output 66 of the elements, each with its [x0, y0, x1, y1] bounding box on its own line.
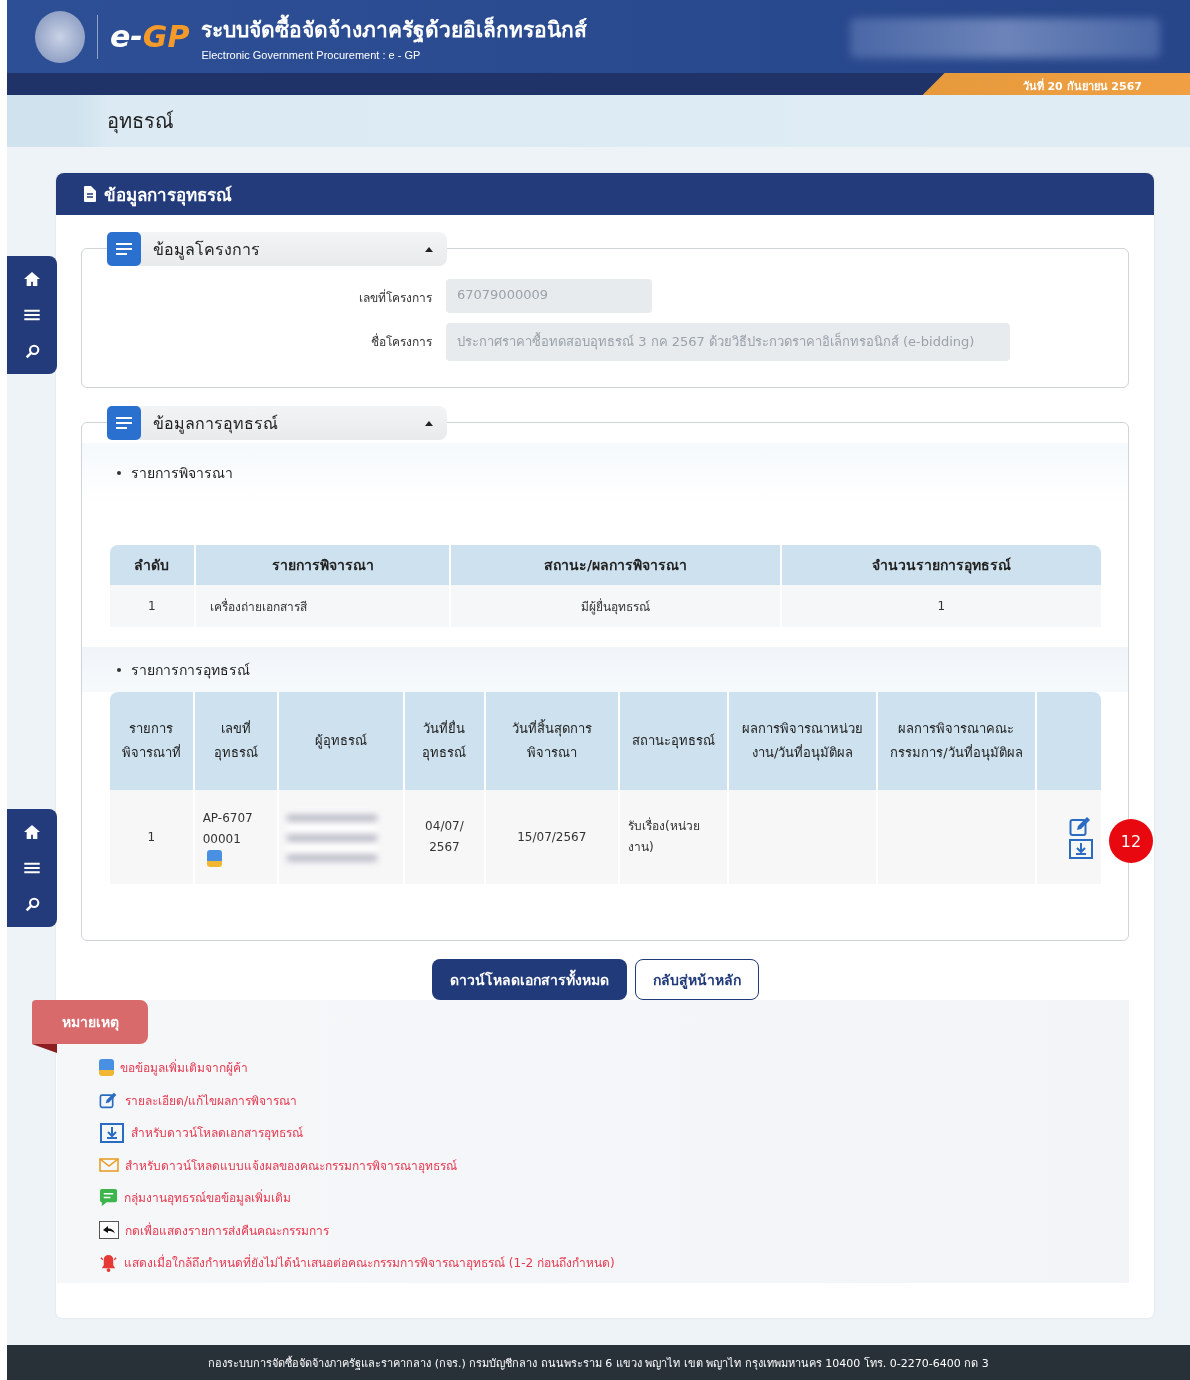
home-icon[interactable]: [23, 824, 41, 841]
table-cell-text: 04/07/2567: [424, 818, 465, 856]
caret-icon: [425, 246, 433, 252]
list-icon: [107, 406, 141, 440]
table-cell: 15/07/2567: [485, 790, 618, 884]
edit-icon: [99, 1091, 119, 1110]
home-icon[interactable]: [23, 271, 41, 288]
table-cell: 1: [110, 585, 194, 627]
site-subtitle: Electronic Government Procurement : e - GP: [201, 48, 422, 61]
edit-icon[interactable]: [1069, 815, 1093, 837]
column-header: วันที่สิ้นสุดการพิจารณา: [485, 692, 618, 790]
legend-text: สำหรับดาวน์โหลดแบบแจ้งผลของคณะกรรมการพิจารณาอุทธรณ์: [125, 1157, 457, 1175]
legend-text: ขอข้อมูลเพิ่มเติมจากผู้ค้า: [120, 1058, 248, 1078]
column-header: สถานะ/ผลการพิจารณา: [451, 545, 780, 585]
caret-icon: [425, 420, 433, 426]
legend-text: กลุ่มงานอุทธรณ์ขอข้อมูลเพิ่มเติม: [124, 1188, 291, 1208]
notification-badge: 12: [1109, 819, 1153, 863]
menu-icon[interactable]: [24, 862, 40, 875]
download-icon[interactable]: [1069, 839, 1093, 859]
ribbon-fold: [32, 1044, 57, 1053]
column-header: รายการพิจารณา: [195, 545, 450, 585]
column-header: เลขที่อุทธรณ์: [194, 692, 278, 790]
card-title: ข้อมูลการอุทธรณ์: [104, 183, 232, 208]
field-label: เลขที่โครงการ: [358, 288, 432, 307]
legend-text: รายละเอียด/แก้ไขผลการพิจารณา: [125, 1092, 298, 1110]
bullet-icon: [117, 471, 121, 475]
menu-icon[interactable]: [24, 309, 40, 322]
table-cell-text: AP-670700001: [202, 809, 254, 848]
legend-ribbon: หมายเหตุ: [32, 1000, 148, 1044]
column-header: สถานะอุทธรณ์: [619, 692, 728, 790]
search-icon[interactable]: [24, 896, 40, 912]
legend-text: สำหรับดาวน์โหลดเอกสารอุทธรณ์: [131, 1125, 303, 1143]
emblem-icon: [35, 10, 85, 63]
legend-text: กดเพื่อแสดงรายการส่งคืนคณะกรรมการ: [125, 1221, 329, 1240]
column-header: ลำดับ: [110, 545, 194, 585]
table-cell: เครื่องถ่ายเอกสารสี: [195, 585, 450, 627]
chat-icon: [99, 1188, 118, 1208]
field-label: ชื่อโครงการ: [370, 332, 432, 351]
download-all-button[interactable]: ดาวน์โหลดเอกสารทั้งหมด: [431, 959, 627, 1000]
footer-text: กองระบบการจัดซื้อจัดจ้างภาครัฐและราคากลาง (กจร.) กรมบัญชีกลาง ถนนพระราม 6 แขวง พญาไท เขต พญาไท กรุงเทพมหานคร 10400 โทร. 0-2270-6400 กด 3: [208, 1355, 989, 1372]
date-label: วันที่ 20 กันยายน 2567: [922, 73, 1190, 95]
table-cell: มีผู้ยื่นอุทธรณ์: [451, 585, 780, 627]
back-home-button[interactable]: กลับสู่หน้าหลัก: [634, 959, 759, 1000]
mail-icon: [99, 1158, 119, 1173]
site-title: ระบบจัดซื้อจัดจ้างภาครัฐด้วยอิเล็กทรอนิกส์: [201, 12, 588, 46]
column-header: รายการพิจารณาที่: [110, 692, 193, 790]
search-icon[interactable]: [24, 343, 40, 359]
table-cell: 1: [781, 585, 1101, 627]
column-header: วันที่ยื่นอุทธรณ์: [405, 692, 484, 790]
section-toggle[interactable]: ข้อมูลโครงการ: [107, 232, 447, 266]
column-header: จำนวนรายการอุทธรณ์: [781, 545, 1101, 585]
page-title: อุทธรณ์: [107, 108, 174, 136]
download-icon: [99, 1122, 125, 1143]
legend-text: แสดงเมื่อใกล้ถึงกำหนดที่ยังไม่ได้นำเสนอต่อคณะกรรมการพิจารณาอุทธรณ์ (1-2 ก่อนถึงกำหนด): [124, 1253, 615, 1273]
logo: e-GP: [110, 19, 190, 54]
list-heading: รายการการอุทธรณ์: [131, 660, 250, 681]
section-toggle[interactable]: ข้อมูลการอุทธรณ์: [107, 406, 447, 440]
list-icon: [107, 232, 141, 266]
table-cell: รับเรื่อง(หน่วยงาน): [619, 790, 728, 884]
list-heading: รายการพิจารณา: [131, 464, 233, 483]
column-header: ผลการพิจารณาคณะกรรมการ/วันที่อนุมัติผล: [877, 692, 1035, 790]
alarm-bell-icon: [99, 1253, 118, 1273]
column-header: ผลการพิจารณาหน่วยงาน/วันที่อนุมัติผล: [729, 692, 876, 790]
bullet-icon: [117, 667, 121, 672]
column-header: ผู้อุทธรณ์: [279, 692, 404, 790]
table-cell: 1: [110, 790, 193, 884]
